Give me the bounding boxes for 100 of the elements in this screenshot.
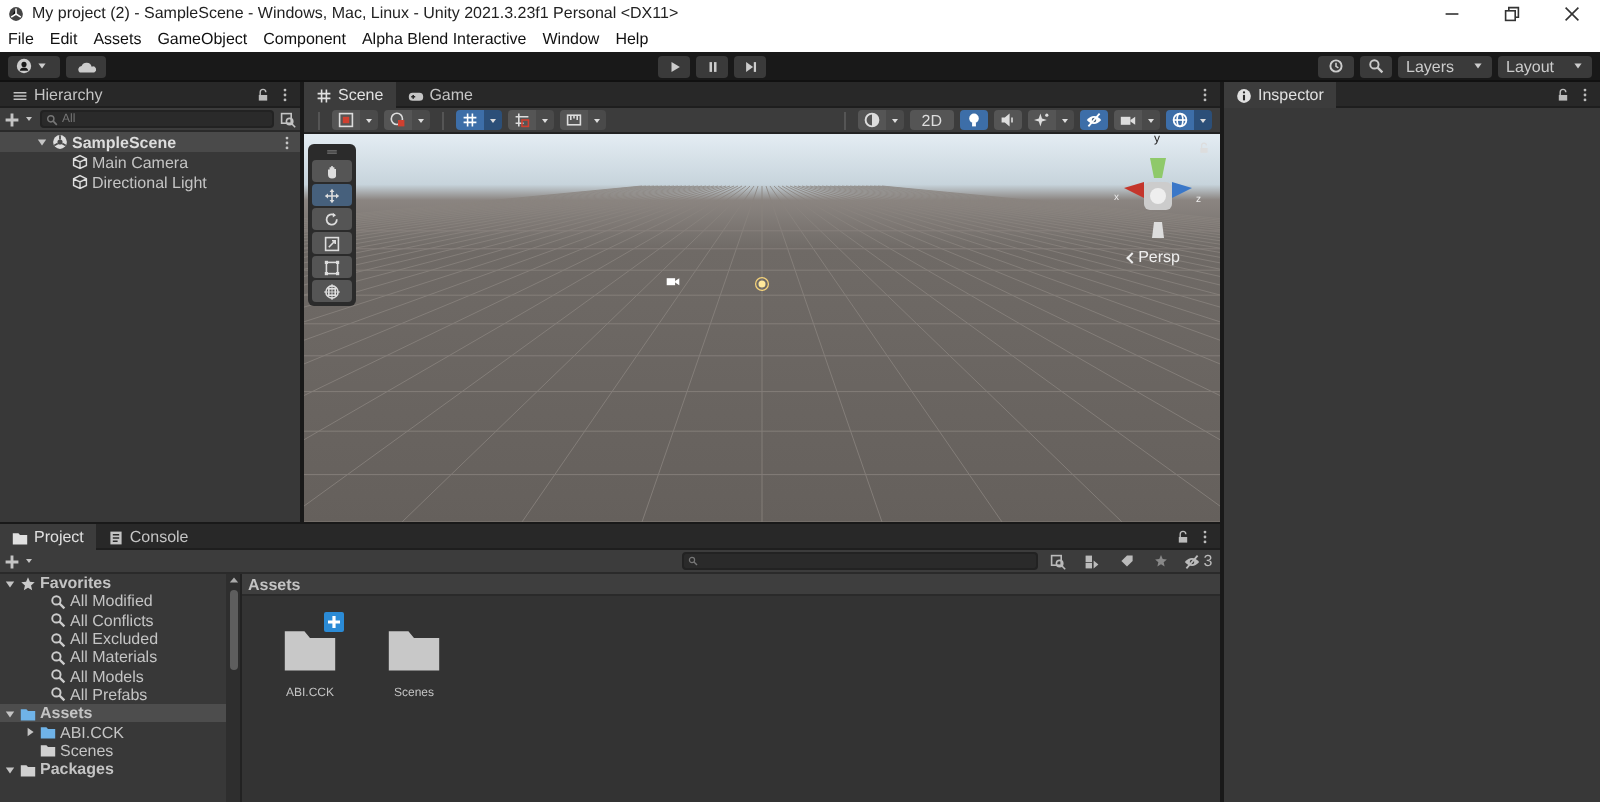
dropdown-button[interactable] <box>1142 110 1160 130</box>
restore-button[interactable] <box>1504 5 1520 21</box>
global-toggle[interactable] <box>384 110 412 130</box>
dropdown-label: Layout <box>1506 57 1555 75</box>
panel-tab[interactable]: Console <box>95 524 201 550</box>
tree-row[interactable]: SampleScene <box>0 132 300 152</box>
inspector-tab[interactable]: Inspector <box>1224 82 1336 108</box>
create-button[interactable] <box>4 111 34 127</box>
menu-item[interactable]: Alpha Blend Interactive <box>361 30 527 48</box>
increment-toggle[interactable] <box>560 110 588 130</box>
search-field[interactable] <box>682 552 1038 570</box>
lock-button[interactable] <box>256 87 270 101</box>
info-icon <box>1236 87 1252 103</box>
tree-row[interactable]: Favorites <box>0 574 226 593</box>
transform-tool[interactable] <box>312 280 352 302</box>
step-button[interactable] <box>734 55 766 77</box>
more-button[interactable] <box>280 135 294 149</box>
tag-icon <box>1119 554 1133 568</box>
dropdown-button[interactable] <box>484 110 502 130</box>
menu-item[interactable]: GameObject <box>157 30 248 48</box>
breadcrumb: Assets <box>248 575 301 593</box>
dropdown-button[interactable] <box>360 110 378 130</box>
tree-row[interactable]: Scenes <box>0 741 226 760</box>
pivot-toggle[interactable] <box>332 110 360 130</box>
caret-icon <box>592 115 602 125</box>
search-button[interactable] <box>1360 55 1392 77</box>
dropdown-button[interactable] <box>1194 110 1212 130</box>
dropdown-button[interactable] <box>588 110 606 130</box>
scrollbar[interactable] <box>226 574 240 802</box>
caret-icon <box>36 60 48 72</box>
rect-tool[interactable] <box>312 256 352 278</box>
lock-button[interactable] <box>1556 87 1570 101</box>
tree-row[interactable]: Main Camera <box>0 152 300 172</box>
more-button[interactable] <box>1578 87 1592 101</box>
tree-row[interactable]: All Modified <box>0 592 226 612</box>
menu-item[interactable]: Component <box>263 30 346 48</box>
effects-toggle[interactable] <box>1028 110 1056 130</box>
hidden-packages-button[interactable]: 3 <box>1180 551 1216 571</box>
tree-label: All Models <box>70 667 144 686</box>
projection-toggle[interactable]: Persp <box>1128 248 1180 266</box>
tree-row[interactable]: All Models <box>0 666 226 686</box>
scale-tool[interactable] <box>312 232 352 254</box>
visibility-toggle[interactable] <box>1080 110 1108 130</box>
camera-toggle[interactable] <box>1114 110 1142 130</box>
step-icon <box>743 59 757 73</box>
tree-row[interactable]: Assets <box>0 704 226 723</box>
dropdown-button[interactable] <box>1056 110 1074 130</box>
grid-toggle[interactable] <box>456 110 484 130</box>
account-button[interactable] <box>8 55 60 77</box>
grid-icon <box>462 112 478 128</box>
close-button[interactable] <box>1564 5 1580 21</box>
pause-button[interactable] <box>696 55 728 77</box>
menu-item[interactable]: File <box>8 30 34 48</box>
shading-toggle[interactable] <box>857 110 886 130</box>
star-icon <box>20 575 36 592</box>
move-tool[interactable] <box>312 184 352 206</box>
menu-item[interactable]: Help <box>615 30 649 48</box>
dropdown-button[interactable] <box>536 110 554 130</box>
gizmos-toggle[interactable] <box>1166 110 1194 130</box>
more-icon <box>280 135 294 149</box>
menu-item[interactable]: Window <box>542 30 600 48</box>
history-button[interactable] <box>1318 55 1354 77</box>
tree-row[interactable]: All Prefabs <box>0 685 226 705</box>
hand-tool[interactable] <box>312 160 352 182</box>
rotate-tool[interactable] <box>312 208 352 230</box>
tree-row[interactable]: Packages <box>0 759 226 779</box>
square-icon <box>338 112 354 128</box>
tree-label: All Modified <box>70 592 153 611</box>
scene-search-button[interactable] <box>280 111 296 127</box>
avatar-icon <box>16 58 32 74</box>
caret-icon <box>24 556 34 566</box>
snap-toggle[interactable] <box>508 110 536 130</box>
cloud-button[interactable] <box>66 55 106 77</box>
panel-tab[interactable]: Scene <box>304 82 396 108</box>
play-button[interactable] <box>658 55 690 77</box>
create-button[interactable] <box>4 553 34 569</box>
menu-item[interactable]: Assets <box>93 30 142 48</box>
tree-row[interactable]: All Conflicts <box>0 611 226 630</box>
star-icon <box>1153 554 1167 568</box>
audio-toggle[interactable] <box>994 110 1022 130</box>
2d-toggle[interactable]: 2D <box>909 110 954 130</box>
tree-row[interactable]: All Excluded <box>0 629 226 649</box>
tree-row[interactable]: ABI.CCK <box>0 722 226 742</box>
tree-row[interactable]: Directional Light <box>0 172 300 192</box>
caret-icon <box>488 115 498 125</box>
menu-item[interactable]: Edit <box>49 30 78 48</box>
layers-dropdown[interactable]: Layers <box>1398 55 1492 77</box>
layout-dropdown[interactable]: Layout <box>1498 55 1592 77</box>
dropdown-button[interactable] <box>412 110 430 130</box>
more-button[interactable] <box>1198 87 1212 101</box>
more-button[interactable] <box>1198 529 1212 543</box>
caret-icon <box>364 115 374 125</box>
tree-row[interactable]: All Materials <box>0 648 226 667</box>
panel-tab[interactable]: Project <box>0 524 96 550</box>
panel-tab[interactable]: Game <box>395 82 485 108</box>
more-button[interactable] <box>278 87 292 101</box>
lighting-toggle[interactable] <box>960 110 988 130</box>
scene-icon <box>52 134 68 150</box>
lock-button[interactable] <box>1176 529 1190 543</box>
more-icon <box>1198 87 1212 101</box>
